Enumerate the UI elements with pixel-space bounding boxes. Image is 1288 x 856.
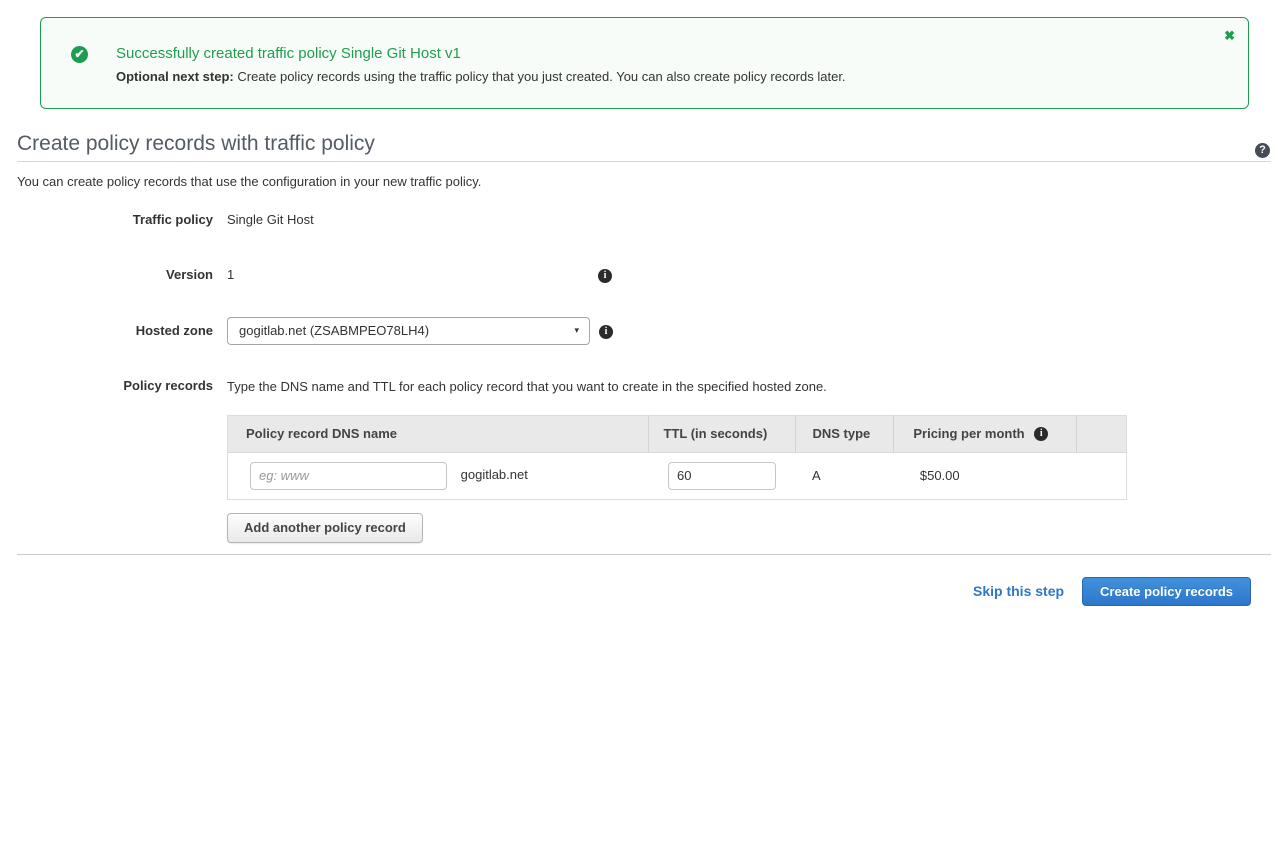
- footer-actions: Skip this step Create policy records: [0, 577, 1288, 606]
- hosted-zone-select[interactable]: gogitlab.net (ZSABMPEO78LH4) ▾: [227, 317, 590, 345]
- table-header-row: Policy record DNS name TTL (in seconds) …: [228, 415, 1127, 452]
- success-banner: ✔ Successfully created traffic policy Si…: [40, 17, 1249, 109]
- hosted-zone-label: Hosted zone: [17, 323, 213, 338]
- page-title: Create policy records with traffic polic…: [17, 132, 1271, 155]
- dns-name-cell: gogitlab.net: [228, 452, 649, 499]
- create-records-form: Traffic policy Single Git Host Version 1…: [17, 212, 1271, 543]
- extra-cell: [1077, 452, 1127, 499]
- hosted-zone-row: Hosted zone gogitlab.net (ZSABMPEO78LH4)…: [17, 317, 1271, 345]
- footer-divider: [17, 554, 1271, 555]
- dns-type-cell: A: [796, 452, 894, 499]
- header-extra: [1077, 415, 1127, 452]
- version-value: 1: [227, 267, 598, 282]
- hosted-zone-select-wrap: gogitlab.net (ZSABMPEO78LH4) ▾ i: [227, 317, 613, 345]
- header-dns-type: DNS type: [796, 415, 894, 452]
- traffic-policy-label: Traffic policy: [17, 212, 213, 227]
- check-circle-icon: ✔: [71, 46, 88, 63]
- version-value-wrap: 1i: [227, 267, 612, 283]
- table-row: gogitlab.net A $50.00: [228, 452, 1127, 499]
- banner-content: Successfully created traffic policy Sing…: [116, 45, 846, 84]
- hosted-zone-selected-value: gogitlab.net (ZSABMPEO78LH4): [239, 323, 429, 338]
- chevron-down-icon: ▾: [574, 326, 579, 335]
- banner-subtext: Optional next step: Create policy record…: [116, 69, 846, 84]
- close-icon[interactable]: ✖: [1224, 29, 1235, 42]
- policy-records-description: Type the DNS name and TTL for each polic…: [227, 378, 1127, 394]
- dns-name-input[interactable]: [250, 462, 447, 490]
- banner-next-step-label: Optional next step:: [116, 69, 234, 84]
- policy-records-row: Policy records Type the DNS name and TTL…: [17, 378, 1271, 543]
- ttl-cell: [648, 452, 796, 499]
- policy-records-label: Policy records: [17, 378, 213, 393]
- main-content: Create policy records with traffic polic…: [0, 132, 1288, 543]
- version-label: Version: [17, 267, 213, 282]
- header-dns-name: Policy record DNS name: [228, 415, 649, 452]
- traffic-policy-value: Single Git Host: [227, 212, 314, 227]
- header-pricing-label: Pricing per month: [913, 426, 1024, 441]
- dns-suffix: gogitlab.net: [461, 467, 528, 482]
- add-policy-record-button[interactable]: Add another policy record: [227, 513, 423, 543]
- help-icon[interactable]: ?: [1255, 143, 1270, 158]
- banner-next-step-text: Create policy records using the traffic …: [234, 69, 846, 84]
- policy-records-content: Type the DNS name and TTL for each polic…: [227, 378, 1127, 543]
- version-info-icon[interactable]: i: [598, 269, 612, 283]
- pricing-cell: $50.00: [894, 452, 1077, 499]
- skip-this-step-link[interactable]: Skip this step: [973, 583, 1064, 599]
- pricing-info-icon[interactable]: i: [1034, 427, 1048, 441]
- page-header: Create policy records with traffic polic…: [17, 132, 1271, 162]
- traffic-policy-row: Traffic policy Single Git Host: [17, 212, 1271, 227]
- intro-text: You can create policy records that use t…: [17, 174, 1271, 189]
- create-policy-records-button[interactable]: Create policy records: [1082, 577, 1251, 606]
- header-pricing: Pricing per month i: [894, 415, 1077, 452]
- header-ttl: TTL (in seconds): [648, 415, 796, 452]
- version-row: Version 1i: [17, 267, 1271, 283]
- banner-title: Successfully created traffic policy Sing…: [116, 45, 846, 62]
- hosted-zone-info-icon[interactable]: i: [599, 325, 613, 339]
- ttl-input[interactable]: [668, 462, 776, 490]
- policy-records-table: Policy record DNS name TTL (in seconds) …: [227, 415, 1127, 500]
